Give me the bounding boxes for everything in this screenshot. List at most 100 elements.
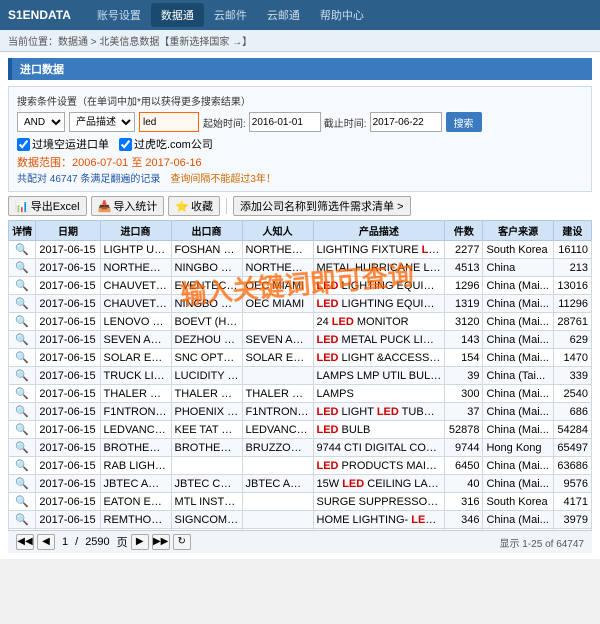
row-desc: SURGE SUPPRESSOR MLLS10N-347V-S LED LIGH… [313, 493, 445, 511]
row-detail-icon[interactable]: 🔍 [9, 385, 36, 403]
row-buyer: F1NTRONX LLC [242, 403, 313, 421]
row-detail-icon[interactable]: 🔍 [9, 277, 36, 295]
table-row: 🔍 2017-06-15 CHAUVET & SON... NINGBO HUA… [9, 295, 592, 313]
nav-item-mail[interactable]: 云邮件 [204, 3, 257, 27]
page-prev-button[interactable]: ◀ [37, 534, 55, 550]
keyword-input[interactable] [139, 112, 199, 132]
row-detail-icon[interactable]: 🔍 [9, 313, 36, 331]
checkbox-domestic[interactable] [119, 138, 132, 151]
row-buyer [242, 493, 313, 511]
row-val: 686 [553, 403, 591, 421]
row-date: 2017-06-15 [36, 295, 100, 313]
add-company-button[interactable]: 添加公司名称到筛选件需求清单 > [233, 196, 410, 216]
table-row: 🔍 2017-06-15 RAB LIGHTING INC LED PRODUC… [9, 457, 592, 475]
row-detail-icon[interactable]: 🔍 [9, 475, 36, 493]
row-exporter: NINGBO HUAMA... [171, 295, 242, 313]
row-buyer: OEC MIAMI [242, 277, 313, 295]
row-detail-icon[interactable]: 🔍 [9, 421, 36, 439]
nav-item-account[interactable]: 账号设置 [87, 3, 151, 27]
import-stats-button[interactable]: 📥 导入统计 [91, 196, 165, 216]
collect-button[interactable]: ⭐ 收藏 [168, 196, 220, 216]
row-exporter: NINGBO HUAMA... [171, 259, 242, 277]
export-excel-button[interactable]: 📊 导出Excel [8, 196, 87, 216]
page-last-button[interactable]: ▶▶ [152, 534, 170, 550]
row-detail-icon[interactable]: 🔍 [9, 241, 36, 259]
row-detail-icon[interactable]: 🔍 [9, 493, 36, 511]
row-origin: China (Mai... [483, 349, 553, 367]
page-next-button[interactable]: ▶ [131, 534, 149, 550]
operator-select[interactable]: AND OR [17, 112, 65, 132]
row-date: 2017-06-15 [36, 439, 100, 457]
page-first-button[interactable]: ◀◀ [16, 534, 34, 550]
row-detail-icon[interactable]: 🔍 [9, 331, 36, 349]
row-qty: 143 [445, 331, 483, 349]
row-detail-icon[interactable]: 🔍 [9, 367, 36, 385]
page-unit: 页 [117, 534, 128, 550]
row-origin: China (Mai... [483, 457, 553, 475]
row-exporter: KEE TAT MANUF... [171, 421, 242, 439]
row-detail-icon[interactable]: 🔍 [9, 295, 36, 313]
total-pages: 2590 [81, 536, 113, 548]
page-refresh-button[interactable]: ↻ [173, 534, 191, 550]
row-detail-icon[interactable]: 🔍 [9, 259, 36, 277]
row-exporter: BOEVT (HONG K... [171, 313, 242, 331]
start-date-input[interactable] [249, 112, 321, 132]
pagination: ◀◀ ◀ 1 / 2590 页 ▶ ▶▶ ↻ 显示 1-25 of 64747 [8, 530, 592, 553]
search-area: 搜索条件设置（在单词中加*用以获得更多搜索结果） AND OR 产品描述 进口商… [8, 86, 592, 192]
nav-item-cloud[interactable]: 云邮通 [257, 3, 310, 27]
row-detail-icon[interactable]: 🔍 [9, 439, 36, 457]
row-date: 2017-06-15 [36, 349, 100, 367]
row-buyer: SEVEN APPAREL [242, 331, 313, 349]
row-importer: EATON ENTERPR... [100, 493, 171, 511]
row-date: 2017-06-15 [36, 421, 100, 439]
row-detail-icon[interactable]: 🔍 [9, 403, 36, 421]
table-row: 🔍 2017-06-15 F1NTRONX LLC PHOENIX FOREIG… [9, 403, 592, 421]
row-val: 9576 [553, 475, 591, 493]
row-desc: LED PRODUCTS MAIN PART PLASTIC PART CART… [313, 457, 445, 475]
row-detail-icon[interactable]: 🔍 [9, 457, 36, 475]
table-row: 🔍 2017-06-15 JBTEC AMERICA... JBTEC CO.,… [9, 475, 592, 493]
checkbox-domestic-label[interactable]: 过虎吃.com公司 [119, 136, 213, 152]
field-select[interactable]: 产品描述 进口商 出口商 品名 [69, 112, 135, 132]
row-exporter: FOSHAN SANSH... [171, 241, 242, 259]
row-exporter: SNC OPTO ELEC... [171, 349, 242, 367]
row-val: 28761 [553, 313, 591, 331]
row-val: 339 [553, 367, 591, 385]
row-buyer: OEC MIAMI [242, 295, 313, 313]
table-row: 🔍 2017-06-15 CHAUVET & SON... EVENTEC LI… [9, 277, 592, 295]
row-desc: LED LIGHT LED TUBE LIGHT [313, 403, 445, 421]
row-desc: 24 LED MONITOR [313, 313, 445, 331]
checkbox-customs[interactable] [17, 138, 30, 151]
query-tip: 查询间隔不能超过3年！ [170, 170, 276, 185]
col-buyer: 人知人 [242, 221, 313, 241]
search-condition-label: 搜索条件设置（在单词中加*用以获得更多搜索结果） [17, 93, 251, 108]
checkbox-customs-label[interactable]: 过境空运进口单 [17, 136, 109, 152]
row-detail-icon[interactable]: 🔍 [9, 511, 36, 529]
row-val: 2540 [553, 385, 591, 403]
row-detail-icon[interactable]: 🔍 [9, 349, 36, 367]
row-date: 2017-06-15 [36, 403, 100, 421]
row-importer: CHAUVET & SON... [100, 295, 171, 313]
nav-item-help[interactable]: 帮助中心 [310, 3, 374, 27]
row-date: 2017-06-15 [36, 385, 100, 403]
row-origin: South Korea [483, 241, 553, 259]
match-count: 共配对 46747 条满足翻遍的记录 [17, 170, 160, 185]
row-date: 2017-06-15 [36, 313, 100, 331]
row-qty: 154 [445, 349, 483, 367]
section-header: 进口数据 [8, 58, 592, 80]
table-row: 🔍 2017-06-15 LIGHTP UP INC. FOSHAN SANSH… [9, 241, 592, 259]
nav-item-data[interactable]: 数据通 [151, 3, 204, 27]
end-date-input[interactable] [370, 112, 442, 132]
row-buyer [242, 511, 313, 529]
table-row: 🔍 2017-06-15 NORTHERN INTE... NINGBO HUA… [9, 259, 592, 277]
row-date: 2017-06-15 [36, 331, 100, 349]
row-importer: JBTEC AMERICA... [100, 475, 171, 493]
row-origin: China (Mai... [483, 313, 553, 331]
row-origin: China (Mai... [483, 385, 553, 403]
toolbar: 📊 导出Excel 📥 导入统计 ⭐ 收藏 添加公司名称到筛选件需求清单 > [8, 196, 592, 216]
app-logo: S1ENDATA [8, 8, 71, 22]
search-button[interactable]: 搜索 [446, 112, 482, 132]
col-importer: 进口商 [100, 221, 171, 241]
start-date-label: 起始时间: [203, 115, 246, 130]
row-importer: BROTHER INTER... [100, 439, 171, 457]
